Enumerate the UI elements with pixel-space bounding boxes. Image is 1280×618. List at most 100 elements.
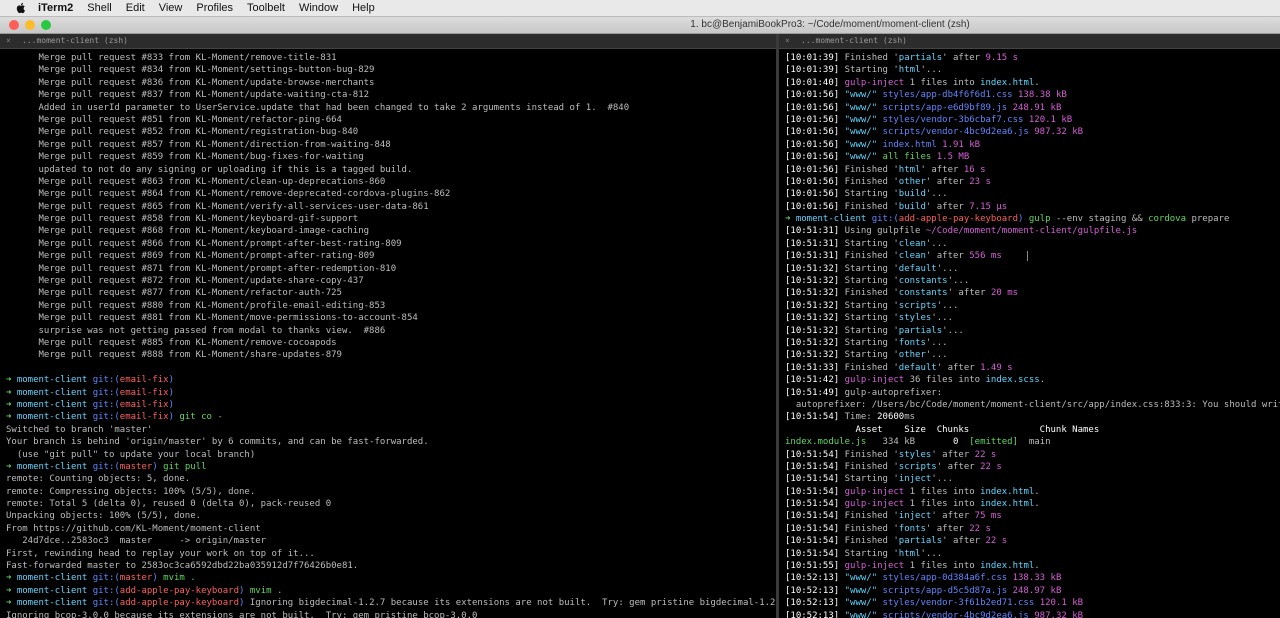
terminal-text: Merge pull request #881 from KL-Moment/m…: [6, 313, 418, 324]
menu-help[interactable]: Help: [352, 2, 375, 14]
terminal-text: Finished ': [844, 461, 899, 472]
terminal-text: master: [119, 461, 153, 472]
menu-profiles[interactable]: Profiles: [196, 2, 233, 14]
terminal-text: 1 files into: [909, 486, 981, 497]
terminal-text: 248.97 kB: [1012, 585, 1062, 596]
terminal-text: build: [898, 201, 926, 212]
terminal-text: ): [152, 573, 164, 584]
terminal-text: ): [239, 585, 250, 596]
pane-tab-left[interactable]: × ...moment-client (zsh): [0, 34, 776, 49]
terminal-line: [10:51:54] gulp-inject 1 files into inde…: [785, 486, 1280, 498]
terminal-text: [10:51:54]: [785, 412, 845, 423]
terminal-text: Merge pull request #837 from KL-Moment/u…: [6, 90, 370, 101]
terminal-text: [10:01:56]: [785, 152, 845, 163]
terminal-text: ' after: [942, 536, 986, 547]
terminal-text: [10:01:56]: [785, 189, 845, 200]
terminal-text: [10:51:54]: [785, 523, 845, 534]
terminal-line: [10:51:42] gulp-inject 36 files into ind…: [785, 374, 1280, 386]
terminal-line: [10:51:54] Finished 'inject' after 75 ms: [785, 510, 1280, 522]
terminal-text: Finished ': [844, 53, 899, 63]
terminal-line: [10:01:56] "www/" index.html 1.91 kB: [785, 139, 1280, 151]
terminal-text: [10:51:54]: [785, 548, 845, 559]
terminal-text: partials: [898, 53, 943, 63]
terminal-line: updated to not do any signing or uploadi…: [6, 164, 776, 176]
terminal-text: styles/app-0d384a6f.css: [882, 573, 1013, 584]
terminal-text: [10:51:31]: [785, 226, 845, 237]
terminal-text: scripts/vendor-4bc9d2ea6.js: [882, 610, 1035, 618]
close-pane-icon[interactable]: ×: [785, 36, 790, 45]
apple-icon[interactable]: [14, 2, 28, 14]
terminal-text: Unpacking objects: 100% (5/5), done.: [6, 511, 202, 522]
terminal-text: styles/vendor-3f61b2ed71.css: [882, 598, 1040, 609]
pane-tab-right[interactable]: × ...moment-client (zsh): [779, 34, 1280, 49]
terminal-text: .: [1034, 499, 1040, 510]
terminal-text: inject: [898, 474, 932, 485]
terminal-line: [10:51:54] gulp-inject 1 files into inde…: [785, 498, 1280, 510]
terminal-text: moment-client: [16, 598, 93, 609]
terminal-line: [10:51:54] Finished 'fonts' after 22 s: [785, 523, 1280, 535]
terminal-text: remote: Total 5 (delta 0), reused 0 (del…: [6, 499, 332, 510]
terminal-text: [10:01:56]: [785, 201, 845, 212]
terminal-text: .: [1034, 486, 1040, 497]
menu-edit[interactable]: Edit: [126, 2, 145, 14]
menu-iterm2[interactable]: iTerm2: [38, 2, 73, 14]
terminal-text: Starting ': [844, 300, 899, 311]
terminal-text: 22 s: [985, 536, 1008, 547]
menu-toolbelt[interactable]: Toolbelt: [247, 2, 285, 14]
terminal-pane-right[interactable]: [10:01:39] Finished 'partials' after 9.1…: [779, 49, 1280, 618]
close-pane-icon[interactable]: ×: [6, 36, 11, 45]
terminal-pane-left[interactable]: Merge pull request #833 from KL-Moment/r…: [0, 49, 776, 618]
terminal-line: ➜ moment-client git:(email-fix) git co -: [6, 411, 776, 423]
terminal-line: [10:51:54] Starting 'inject'...: [785, 473, 1280, 485]
terminal-text: git:(: [92, 585, 120, 596]
terminal-text: scripts/app-d5c5d87a.js: [882, 585, 1013, 596]
terminal-text: html: [898, 65, 921, 76]
terminal-text: Merge pull request #863 from KL-Moment/c…: [6, 176, 386, 187]
terminal-text: moment-client: [795, 214, 872, 225]
terminal-line: [10:01:40] gulp-inject 1 files into inde…: [785, 77, 1280, 89]
terminal-text: Merge pull request #871 from KL-Moment/p…: [6, 263, 397, 274]
terminal-text: [10:51:42]: [785, 375, 845, 386]
terminal-line: Merge pull request #833 from KL-Moment/r…: [6, 52, 776, 64]
terminal-text: ): [168, 412, 180, 423]
terminal-text: 20600: [877, 412, 905, 423]
menu-view[interactable]: View: [159, 2, 183, 14]
terminal-text: [10:52:13]: [785, 573, 845, 584]
terminal-text: git:(: [92, 387, 120, 398]
terminal-text: Finished ': [844, 288, 899, 299]
menu-window[interactable]: Window: [299, 2, 338, 14]
terminal-text: '...: [931, 474, 953, 485]
terminal-text: "www/": [844, 90, 883, 101]
terminal-line: [10:51:31] Starting 'clean'...: [785, 238, 1280, 250]
terminal-line: ➜ moment-client git:(email-fix): [6, 374, 776, 386]
terminal-text: Ignoring bcop-3.0.0 because its extensio…: [6, 610, 478, 618]
terminal-text: [10:01:56]: [785, 90, 845, 101]
terminal-text: 1.91 kB: [942, 139, 981, 150]
terminal-line: Switched to branch 'master': [6, 424, 776, 436]
terminal-text: styles: [898, 313, 932, 324]
terminal-text: Starting ': [844, 350, 899, 361]
terminal-text: scripts: [898, 300, 937, 311]
terminal-text: [10:51:54]: [785, 449, 845, 460]
terminal-text: "www/": [844, 102, 883, 113]
terminal-text: [10:51:54]: [785, 499, 845, 510]
terminal-text: Finished ': [844, 176, 899, 187]
terminal-text: Finished ': [844, 362, 899, 373]
menu-shell[interactable]: Shell: [87, 2, 111, 14]
terminal-text: gulp-inject: [844, 77, 910, 88]
terminal-text: 23 s: [969, 176, 991, 187]
terminal-line: [10:01:56] "www/" scripts/app-e6d9bf89.j…: [785, 102, 1280, 114]
window-titlebar[interactable]: 1. bc@BenjamiBookPro3: ~/Code/moment/mom…: [0, 17, 1280, 34]
terminal-line: 24d7dce..2583oc3 master -> origin/master: [6, 535, 776, 547]
terminal-text: html: [898, 548, 921, 559]
terminal-text: gulp-inject: [844, 375, 910, 386]
terminal-text: Merge pull request #834 from KL-Moment/s…: [6, 65, 375, 76]
terminal-text: master: [119, 573, 153, 584]
terminal-text: '...: [947, 276, 970, 287]
terminal-line: [10:52:13] "www/" scripts/app-d5c5d87a.j…: [785, 585, 1280, 597]
terminal-text: Merge pull request #858 from KL-Moment/k…: [6, 214, 359, 225]
terminal-line: [10:51:55] gulp-inject 1 files into inde…: [785, 560, 1280, 572]
terminal-line: Merge pull request #872 from KL-Moment/u…: [6, 275, 776, 287]
terminal-line: Asset Size Chunks Chunk Names: [785, 424, 1280, 436]
